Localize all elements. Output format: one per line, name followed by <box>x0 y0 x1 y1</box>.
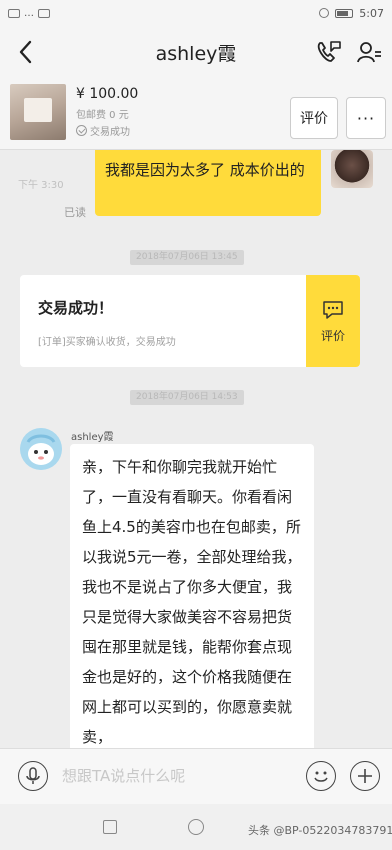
battery-icon <box>335 8 354 18</box>
chevron-left-icon <box>19 40 32 64</box>
more-button[interactable]: ··· <box>346 97 386 139</box>
page-title: ashley霞 <box>155 42 237 65</box>
alarm-icon <box>319 8 330 18</box>
check-circle-icon <box>76 125 87 136</box>
chat-header: ashley霞 <box>0 26 392 78</box>
home-button[interactable] <box>188 819 204 835</box>
product-thumbnail[interactable] <box>10 84 66 140</box>
input-bar <box>0 748 392 804</box>
message-input[interactable] <box>62 761 292 791</box>
timestamp: 2018年07月06日 13:45 <box>130 250 244 265</box>
status-left: … <box>8 8 50 19</box>
product-bar: ¥ 100.00 包邮费 0 元 交易成功 评价 ··· <box>0 78 392 150</box>
review-button[interactable]: 评价 <box>290 97 338 139</box>
status-time: 5:07 <box>359 6 384 20</box>
plus-icon <box>358 769 372 783</box>
more-options-button[interactable] <box>356 40 382 64</box>
product-price: ¥ 100.00 <box>76 86 139 102</box>
person-more-icon <box>357 42 381 63</box>
recent-apps-button[interactable] <box>103 820 117 834</box>
sender-avatar[interactable] <box>20 428 62 470</box>
status-left-text: … <box>24 7 34 19</box>
add-attachment-button[interactable] <box>350 761 380 791</box>
shipping-info: 包邮费 0 元 <box>76 110 129 121</box>
signal-icon <box>8 8 20 18</box>
phone-icon <box>317 41 341 62</box>
my-avatar[interactable] <box>331 150 373 188</box>
chat-area[interactable]: 下午 3:30 我都是因为太多了 成本价出的 已读 2018年07月06日 13… <box>0 150 392 748</box>
timestamp: 2018年07月06日 14:53 <box>130 390 244 405</box>
trade-status-label: 交易成功 <box>90 127 130 138</box>
deal-card-title: 交易成功！ <box>38 299 114 317</box>
emoji-button[interactable] <box>306 761 336 791</box>
comment-icon <box>323 300 343 319</box>
faint-timestamp: 下午 3:30 <box>18 180 64 191</box>
watermark: 头条 @BP-0522034783791 <box>248 824 392 837</box>
status-bar: … 5:07 <box>0 0 392 26</box>
deal-review-label: 评价 <box>320 328 345 343</box>
deal-card-description: [订单]买家确认收货，交易成功 <box>38 337 176 348</box>
microphone-icon <box>26 767 40 784</box>
deal-success-card[interactable]: 交易成功！ [订单]买家确认收货，交易成功 评价 <box>20 275 360 367</box>
trade-status: 交易成功 <box>76 123 130 138</box>
voice-button[interactable] <box>18 761 48 791</box>
system-nav-bar: 头条 @BP-0522034783791 <box>0 804 392 850</box>
received-message-bubble[interactable]: 亲，下午和你聊完我就开始忙了，一直没有看聊天。你看看闲鱼上4.5的美容巾也在包邮… <box>70 444 314 748</box>
read-receipt: 已读 <box>64 206 86 219</box>
notification-icon <box>38 8 50 18</box>
deal-review-button[interactable]: 评价 <box>306 275 360 367</box>
cartoon-avatar-icon <box>20 428 62 470</box>
call-button[interactable] <box>314 38 344 66</box>
status-right: 5:07 <box>319 7 384 20</box>
sender-name: ashley霞 <box>71 432 114 443</box>
sent-message-bubble[interactable]: 我都是因为太多了 成本价出的 <box>95 150 321 216</box>
back-button[interactable] <box>12 38 40 66</box>
smiley-icon <box>314 771 328 782</box>
